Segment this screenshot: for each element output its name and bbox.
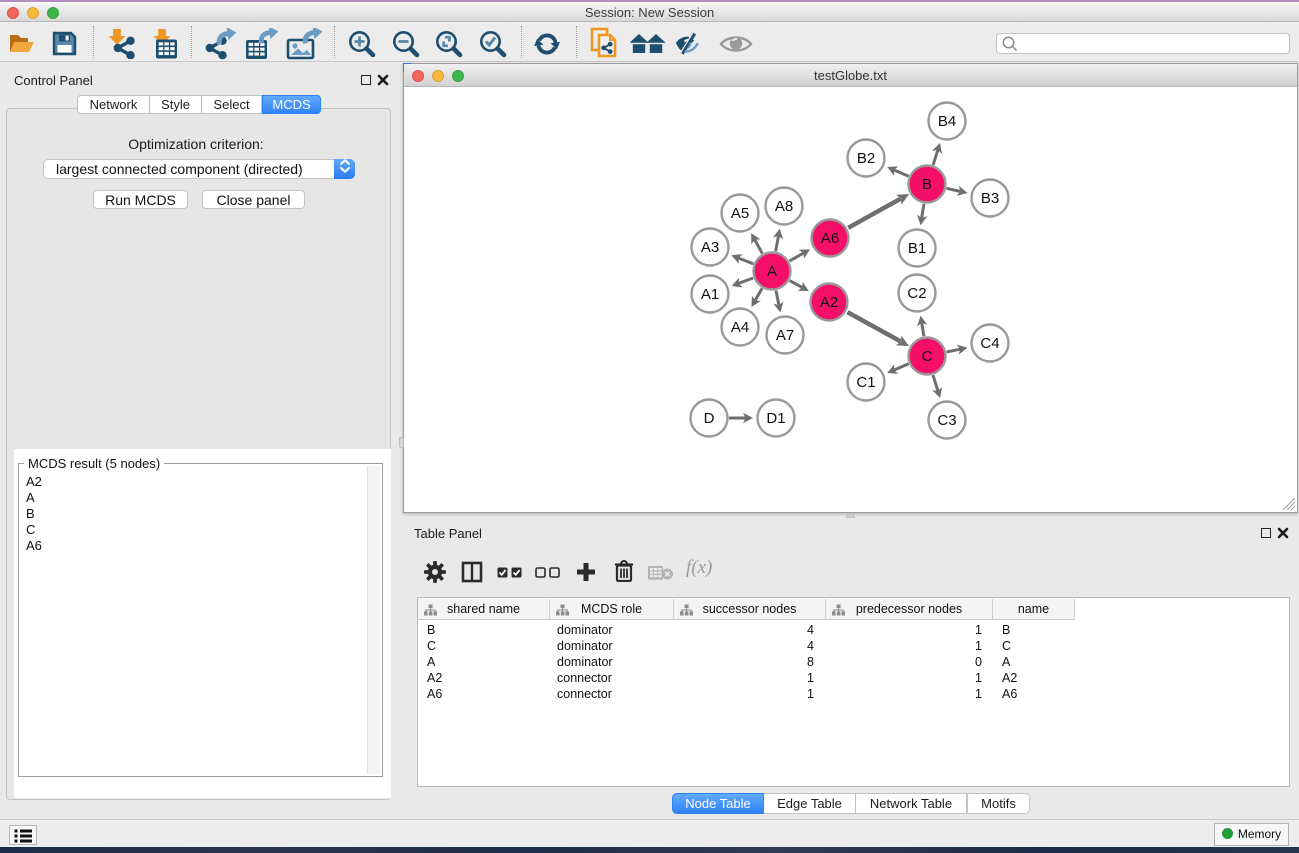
- svg-text:D: D: [704, 410, 715, 427]
- svg-text:C2: C2: [907, 285, 926, 302]
- svg-text:D1: D1: [766, 410, 785, 427]
- svg-text:C1: C1: [856, 374, 875, 391]
- svg-text:A7: A7: [776, 327, 794, 344]
- svg-text:B4: B4: [938, 113, 956, 130]
- svg-text:C3: C3: [937, 412, 956, 429]
- svg-text:A: A: [767, 263, 777, 280]
- svg-text:A1: A1: [701, 286, 719, 303]
- svg-text:B2: B2: [857, 150, 875, 167]
- svg-text:C4: C4: [980, 335, 999, 352]
- svg-text:B1: B1: [908, 240, 926, 257]
- svg-text:A2: A2: [820, 294, 838, 311]
- svg-text:A8: A8: [775, 198, 793, 215]
- svg-text:A6: A6: [821, 230, 839, 247]
- svg-text:A4: A4: [731, 319, 749, 336]
- svg-text:A5: A5: [731, 205, 749, 222]
- svg-text:C: C: [922, 348, 933, 365]
- svg-text:A3: A3: [701, 239, 719, 256]
- svg-text:B3: B3: [981, 190, 999, 207]
- svg-text:B: B: [922, 176, 932, 193]
